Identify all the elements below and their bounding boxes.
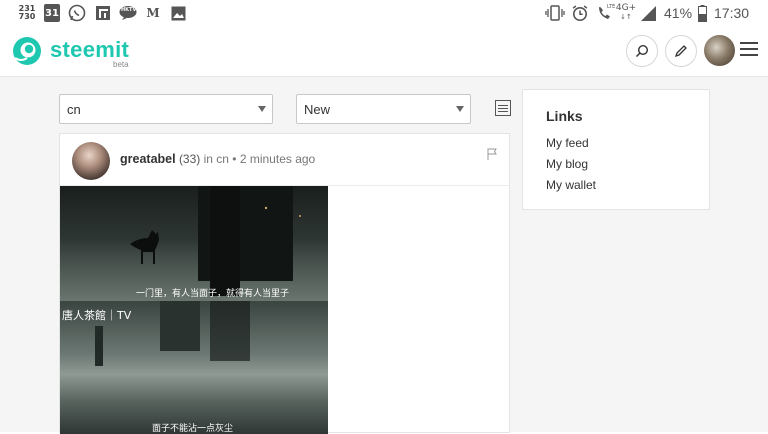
image-caption-2: 面子不能沾一点灰尘: [152, 424, 234, 434]
app-icon: [94, 4, 112, 22]
vibrate-icon: [545, 4, 565, 22]
battery-icon: [697, 4, 707, 22]
page-body: cn New greatabel (33) in cn • 2 minutes …: [0, 77, 768, 434]
battery-percent: 41%: [664, 5, 693, 21]
lte-label: LTE: [607, 4, 616, 10]
news-230-730-icon: 231 730: [18, 4, 36, 22]
phone-lte-icon: LTE: [596, 4, 616, 22]
link-my-wallet[interactable]: My wallet: [546, 178, 596, 192]
sort-select[interactable]: New: [296, 94, 471, 124]
steemit-logo-icon[interactable]: [12, 36, 42, 66]
site-header: steemit beta: [0, 28, 768, 77]
image-watermark: 唐人茶館｜TV: [62, 309, 132, 322]
pencil-icon: [674, 45, 687, 58]
author-reputation: (33): [178, 152, 201, 166]
status-bar: 231 730 31 HKTV M LTE 4G+ ↓↑ 41% 17:30: [0, 0, 768, 28]
network-type-icon: 4G+ ↓↑: [615, 3, 637, 22]
whatsapp-icon: [68, 4, 86, 22]
alarm-icon: [571, 4, 589, 22]
image-frame-bottom: 唐人茶館｜TV 面子不能沾一点灰尘: [60, 301, 328, 434]
list-view-icon[interactable]: [495, 100, 511, 116]
signal-icon: [639, 4, 657, 22]
calendar-31-icon: 31: [44, 4, 60, 22]
search-button[interactable]: [626, 35, 658, 67]
post-card[interactable]: greatabel (33) in cn • 2 minutes ago 一门里…: [59, 133, 510, 434]
gallery-icon: [170, 4, 186, 22]
tag-select[interactable]: cn: [59, 94, 273, 124]
post-category-time[interactable]: in cn • 2 minutes ago: [204, 152, 316, 166]
author-name[interactable]: greatabel: [120, 152, 176, 166]
user-avatar[interactable]: [704, 35, 735, 66]
link-my-blog[interactable]: My blog: [546, 157, 588, 171]
hktv-label: HKTV: [121, 7, 137, 13]
image-caption-1: 一门里，有人当面子，就得有人当里子: [136, 289, 290, 299]
image-frame-top: 一门里，有人当面子，就得有人当里子: [60, 186, 328, 301]
menu-icon[interactable]: [740, 42, 758, 58]
hktv-icon: HKTV: [119, 4, 137, 22]
links-title: Links: [546, 108, 583, 124]
clock: 17:30: [714, 5, 750, 21]
network-type-label: 4G+: [615, 3, 637, 13]
flag-icon[interactable]: [487, 148, 497, 160]
beta-label: beta: [113, 60, 129, 69]
tag-select-value: cn: [67, 102, 81, 117]
calendar-day: 31: [45, 7, 59, 19]
post-meta: greatabel (33) in cn • 2 minutes ago: [120, 152, 315, 166]
date-badge-bottom: 730: [18, 12, 36, 21]
author-avatar[interactable]: [72, 142, 110, 180]
write-post-button[interactable]: [665, 35, 697, 67]
medium-label: M: [146, 6, 160, 20]
chevron-down-icon: [456, 106, 464, 112]
post-image[interactable]: 一门里，有人当面子，就得有人当里子 唐人茶館｜TV 面子不能沾一点灰尘: [60, 186, 328, 434]
medium-icon: M: [146, 4, 160, 22]
link-my-feed[interactable]: My feed: [546, 136, 589, 150]
sort-select-value: New: [304, 102, 331, 117]
links-sidebar: Links My feed My blog My wallet: [522, 89, 710, 210]
search-icon: [635, 44, 649, 58]
chevron-down-icon: [258, 106, 266, 112]
